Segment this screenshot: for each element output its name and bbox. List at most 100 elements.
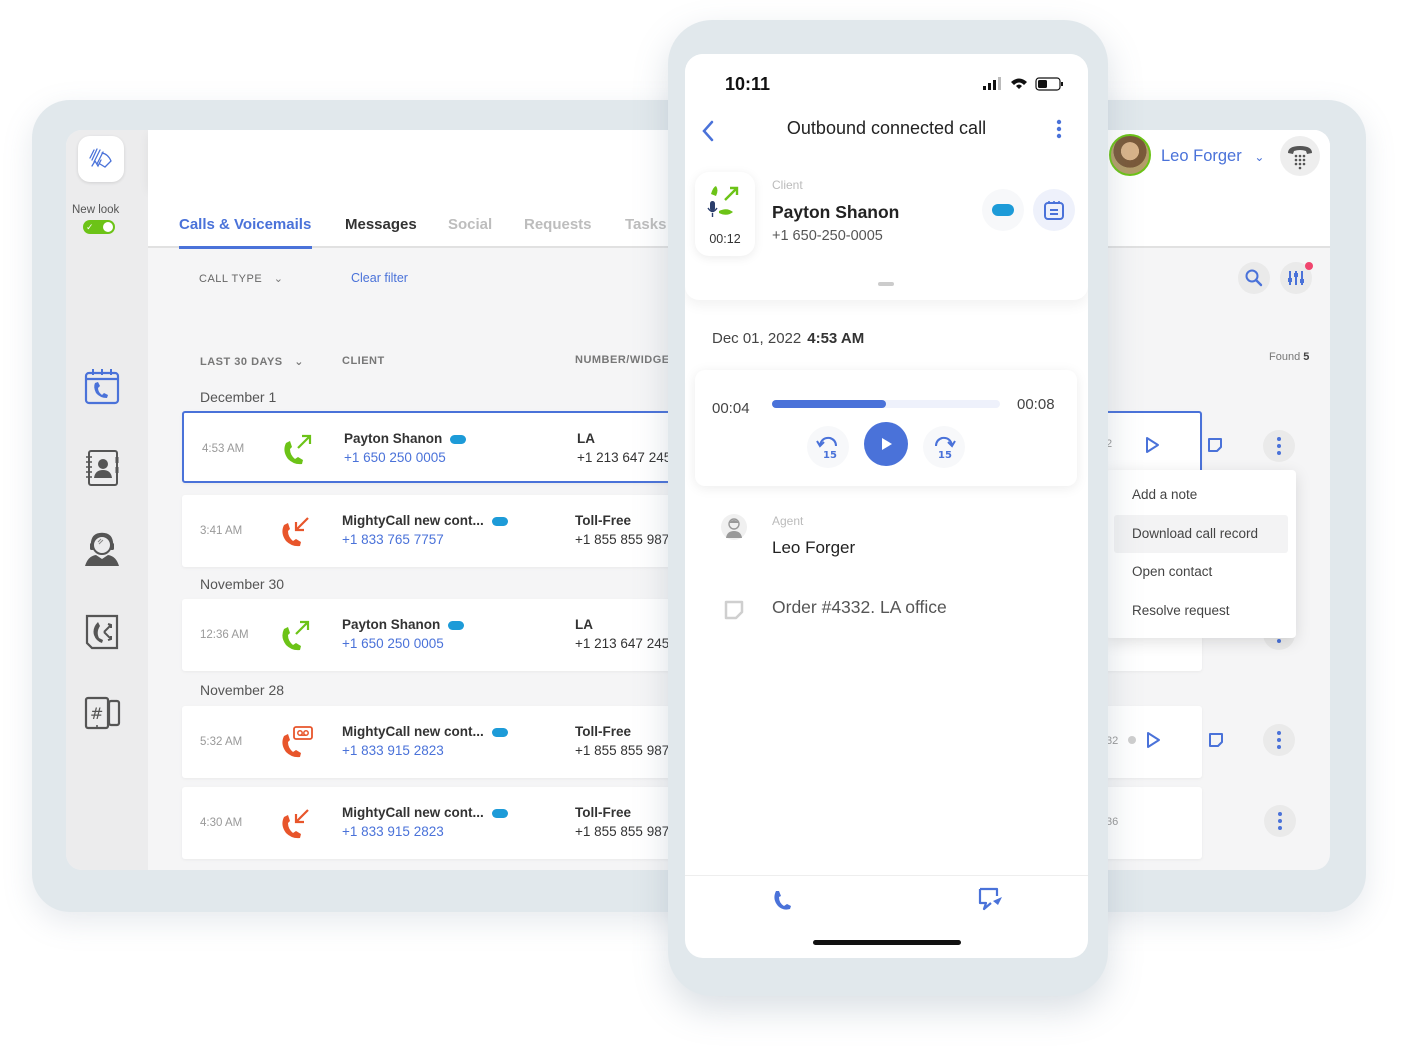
outbound-call-icon xyxy=(282,620,310,651)
contacts-book-icon xyxy=(86,450,119,486)
outbound-call-icon xyxy=(284,434,312,465)
call-back-button[interactable] xyxy=(771,888,795,912)
check-icon: ✓ xyxy=(86,222,94,232)
client-phone[interactable]: +1 650 250 0005 xyxy=(342,636,444,651)
number-name: Toll-Free xyxy=(575,805,632,820)
salesforce-button[interactable] xyxy=(982,189,1024,231)
tab-calls-voicemails[interactable]: Calls & Voicemails xyxy=(179,216,311,233)
more-actions-button[interactable] xyxy=(1263,724,1295,756)
sidebar-item-agents[interactable] xyxy=(82,530,122,570)
search-button[interactable] xyxy=(1238,262,1270,294)
calls-calendar-icon xyxy=(84,369,120,405)
sidebar-item-routing[interactable] xyxy=(82,612,122,652)
salesforce-icon xyxy=(992,204,1014,216)
status-bar-time: 10:11 xyxy=(725,74,771,94)
period-filter[interactable]: LAST 30 DAYS ⌄ xyxy=(200,355,304,368)
sidebar-item-calls[interactable] xyxy=(82,366,122,406)
date-group-header: November 28 xyxy=(200,682,285,698)
call-time: 3:41 AM xyxy=(200,525,243,537)
tab-messages[interactable]: Messages xyxy=(345,216,417,233)
mobile-app: 10:11 Outbound connected call 00:12 Clie… xyxy=(685,54,1088,958)
tab-social[interactable]: Social xyxy=(448,216,492,233)
status-icons xyxy=(983,77,1063,91)
svg-text:15: 15 xyxy=(938,450,952,461)
salesforce-icon xyxy=(491,727,508,737)
note-icon[interactable] xyxy=(1207,437,1223,453)
call-duration-tile: 00:12 xyxy=(695,172,755,256)
menu-item-open-contact[interactable]: Open contact xyxy=(1114,553,1288,592)
active-tab-indicator xyxy=(179,246,312,249)
client-name[interactable]: Payton Shanon xyxy=(772,202,899,223)
outbound-connected-icon xyxy=(707,186,739,217)
client-label: Client xyxy=(772,178,803,192)
sidebar-item-numbers[interactable]: # xyxy=(82,693,122,733)
number-value: +1 855 855 987 xyxy=(575,532,670,547)
salesforce-icon xyxy=(450,434,467,444)
menu-item-add-note[interactable]: Add a note xyxy=(1114,476,1288,515)
dialpad-button[interactable] xyxy=(1280,136,1320,176)
clear-filter-link[interactable]: Clear filter xyxy=(351,271,408,285)
call-type-filter[interactable]: CALL TYPE ⌄ xyxy=(199,272,283,285)
play-record-icon[interactable] xyxy=(1144,436,1160,454)
call-title: Outbound connected call xyxy=(786,118,987,138)
message-forward-icon xyxy=(978,887,1002,911)
send-message-button[interactable] xyxy=(977,886,1005,912)
play-icon xyxy=(882,438,892,450)
menu-item-resolve-request[interactable]: Resolve request xyxy=(1114,592,1288,631)
sidebar: New look ✓ # xyxy=(66,130,148,870)
sidebar-item-contacts[interactable] xyxy=(82,448,122,488)
skip-forward-button[interactable]: 15 xyxy=(923,426,965,468)
client-phone[interactable]: +1 833 915 2823 xyxy=(342,743,444,758)
svg-text:15: 15 xyxy=(823,450,837,461)
user-avatar[interactable] xyxy=(1109,134,1151,176)
client-phone[interactable]: +1 833 915 2823 xyxy=(342,824,444,839)
player-progress-bar[interactable] xyxy=(772,400,1000,408)
call-time: 5:32 AM xyxy=(200,736,243,748)
number-value: +1 213 647 245 xyxy=(577,450,672,465)
schedule-button[interactable] xyxy=(1033,189,1075,231)
play-record-icon[interactable] xyxy=(1145,731,1161,749)
client-phone[interactable]: +1 833 765 7757 xyxy=(342,532,444,547)
user-menu[interactable]: Leo Forger ⌄ xyxy=(1161,147,1264,166)
client-phone[interactable]: +1 650 250 0005 xyxy=(344,450,446,465)
salesforce-icon xyxy=(491,808,508,818)
number-value: +1 855 855 987 xyxy=(575,743,670,758)
client-phone[interactable]: +1 650-250-0005 xyxy=(772,228,883,244)
column-header-client: CLIENT xyxy=(342,355,385,367)
battery-icon xyxy=(1035,77,1063,91)
call-note[interactable]: Order #4332. LA office xyxy=(772,597,947,618)
menu-item-download-record[interactable]: Download call record xyxy=(1114,514,1288,553)
play-button[interactable] xyxy=(864,422,908,466)
row-context-menu: Add a note Download call record Open con… xyxy=(1106,470,1296,638)
tab-requests[interactable]: Requests xyxy=(524,216,592,233)
client-name[interactable]: MightyCall new cont... xyxy=(342,724,508,739)
skip-back-button[interactable]: 15 xyxy=(807,426,849,468)
call-routing-icon xyxy=(85,614,119,650)
more-actions-button[interactable] xyxy=(1264,805,1296,837)
number-name: Toll-Free xyxy=(575,513,632,528)
new-look-toggle[interactable]: ✓ xyxy=(83,220,115,234)
tab-tasks[interactable]: Tasks xyxy=(625,216,666,233)
more-options-icon[interactable] xyxy=(1055,118,1063,140)
drag-handle[interactable] xyxy=(878,282,894,286)
date-group-header: December 1 xyxy=(200,389,277,405)
client-name[interactable]: Payton Shanon xyxy=(342,617,465,632)
missed-call-icon xyxy=(282,517,309,547)
player-progress-fill xyxy=(772,400,886,408)
svg-text:#: # xyxy=(90,704,103,723)
client-name[interactable]: MightyCall new cont... xyxy=(342,805,508,820)
number-name: Toll-Free xyxy=(575,724,632,739)
mightycall-logo-icon xyxy=(89,148,112,168)
salesforce-icon xyxy=(448,620,465,630)
client-name[interactable]: MightyCall new cont... xyxy=(342,513,508,528)
bottom-bar-divider xyxy=(685,875,1088,876)
business-numbers-icon: # xyxy=(84,696,121,730)
salesforce-icon xyxy=(491,516,508,526)
call-datetime: Dec 01, 2022 4:53 AM xyxy=(712,330,865,347)
more-actions-button[interactable] xyxy=(1263,430,1295,462)
note-icon[interactable] xyxy=(1208,732,1224,748)
app-logo[interactable] xyxy=(78,136,124,182)
calendar-icon xyxy=(1044,201,1064,220)
client-name[interactable]: Payton Shanon xyxy=(344,431,467,446)
date-group-header: November 30 xyxy=(200,576,285,592)
